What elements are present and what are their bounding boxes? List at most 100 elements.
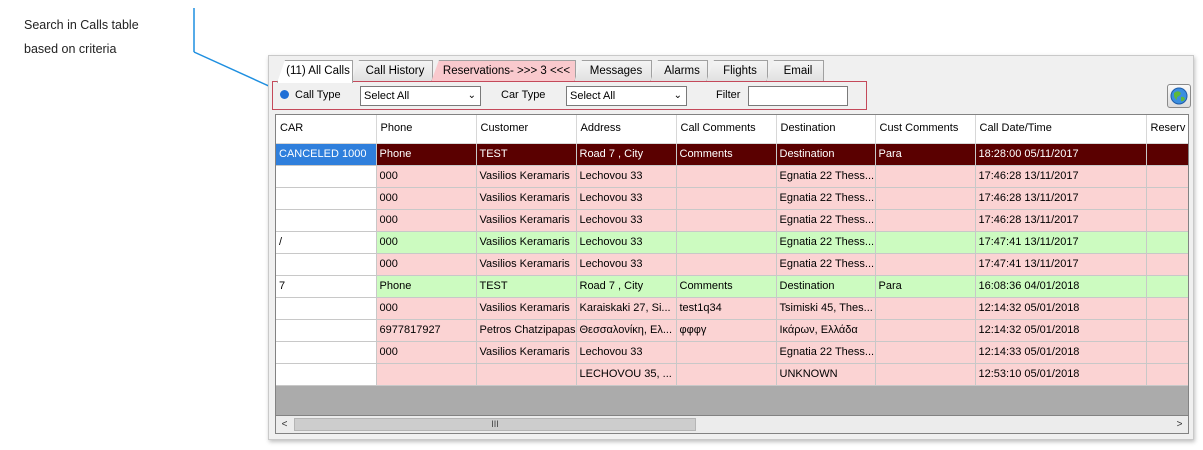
- table-cell[interactable]: test1q34: [676, 297, 777, 320]
- table-cell[interactable]: [376, 363, 477, 386]
- table-cell[interactable]: TEST: [476, 275, 577, 298]
- car-type-select[interactable]: Select All ⌄: [566, 86, 687, 106]
- table-cell[interactable]: Petros Chatzipapas: [476, 319, 577, 342]
- table-cell[interactable]: Phone: [376, 143, 477, 166]
- table-cell[interactable]: 000: [376, 231, 477, 254]
- table-cell[interactable]: 17:47:41 13/11/2017: [975, 231, 1147, 254]
- table-cell[interactable]: Vasilios Keramaris: [476, 341, 577, 364]
- scroll-thumb[interactable]: III: [294, 418, 696, 431]
- table-row[interactable]: 000 Vasilios Keramaris Lechovou 33 Egnatia …: [276, 165, 1188, 188]
- table-cell[interactable]: Karaiskaki 27, Si...: [576, 297, 677, 320]
- table-cell[interactable]: Egnatia 22 Thess...: [776, 341, 876, 364]
- table-cell[interactable]: Destination: [776, 143, 876, 166]
- table-cell[interactable]: 12:14:32 05/01/2018: [975, 319, 1147, 342]
- table-cell[interactable]: [875, 165, 976, 188]
- table-cell[interactable]: [676, 253, 777, 276]
- tab-email[interactable]: Email: [766, 60, 824, 82]
- table-row[interactable]: LECHOVOU 35, ... UNKNOWN 12:53:10 05/01/20…: [276, 363, 1188, 386]
- scroll-right-button[interactable]: >: [1171, 416, 1188, 433]
- table-cell[interactable]: [1146, 209, 1188, 232]
- table-row[interactable]: 000 Vasilios Keramaris Lechovou 33 Egnatia …: [276, 253, 1188, 276]
- table-cell[interactable]: Tsimiski 45, Thes...: [776, 297, 876, 320]
- column-header[interactable]: Cust Comments: [875, 115, 976, 144]
- table-cell[interactable]: 000: [376, 165, 477, 188]
- table-cell[interactable]: Lechovou 33: [576, 231, 677, 254]
- table-cell[interactable]: [1146, 363, 1188, 386]
- column-header[interactable]: Address: [576, 115, 677, 144]
- table-cell[interactable]: 16:08:36 04/01/2018: [975, 275, 1147, 298]
- table-row[interactable]: 7 Phone TEST Road 7 , City Comments Destinati…: [276, 275, 1188, 298]
- table-cell[interactable]: [676, 209, 777, 232]
- column-header[interactable]: Call Date/Time: [975, 115, 1147, 144]
- table-row[interactable]: 6977817927 Petros Chatzipapas Θεσσαλονίκη,…: [276, 319, 1188, 342]
- table-cell[interactable]: [1146, 275, 1188, 298]
- table-cell[interactable]: Vasilios Keramaris: [476, 253, 577, 276]
- column-header[interactable]: Call Comments: [676, 115, 777, 144]
- call-type-select[interactable]: Select All ⌄: [360, 86, 481, 106]
- table-row[interactable]: 000 Vasilios Keramaris Karaiskaki 27, Si..…: [276, 297, 1188, 320]
- table-cell[interactable]: Para: [875, 143, 976, 166]
- globe-button[interactable]: [1167, 84, 1191, 108]
- table-cell[interactable]: [276, 319, 377, 342]
- table-cell[interactable]: Vasilios Keramaris: [476, 297, 577, 320]
- table-cell[interactable]: TEST: [476, 143, 577, 166]
- table-cell[interactable]: [1146, 231, 1188, 254]
- table-cell[interactable]: Vasilios Keramaris: [476, 187, 577, 210]
- table-cell[interactable]: 000: [376, 253, 477, 276]
- table-cell[interactable]: Road 7 , City: [576, 275, 677, 298]
- table-cell[interactable]: [875, 231, 976, 254]
- table-cell[interactable]: [676, 231, 777, 254]
- tab-reservations[interactable]: Reservations- >>> 3 <<<: [431, 60, 576, 82]
- table-cell[interactable]: Phone: [376, 275, 477, 298]
- table-cell[interactable]: [276, 363, 377, 386]
- scroll-left-button[interactable]: <: [276, 416, 293, 433]
- table-cell[interactable]: 12:53:10 05/01/2018: [975, 363, 1147, 386]
- table-cell[interactable]: Lechovou 33: [576, 253, 677, 276]
- table-row[interactable]: CANCELED 1000 Phone TEST Road 7 , City Comme…: [276, 143, 1188, 166]
- table-cell[interactable]: [676, 341, 777, 364]
- tab-alarms[interactable]: Alarms: [650, 60, 708, 82]
- table-cell[interactable]: 17:47:41 13/11/2017: [975, 253, 1147, 276]
- horizontal-scrollbar[interactable]: < III >: [275, 415, 1189, 434]
- table-row[interactable]: /000 Vasilios Keramaris Lechovou 33 Egnatia…: [276, 231, 1188, 254]
- table-cell[interactable]: Egnatia 22 Thess...: [776, 253, 876, 276]
- tab-flights[interactable]: Flights: [706, 60, 768, 82]
- table-cell[interactable]: Egnatia 22 Thess...: [776, 165, 876, 188]
- table-cell[interactable]: [1146, 143, 1188, 166]
- table-cell[interactable]: Comments: [676, 143, 777, 166]
- table-cell[interactable]: CANCELED 1000: [276, 143, 377, 166]
- table-cell[interactable]: [1146, 341, 1188, 364]
- column-header[interactable]: Phone: [376, 115, 477, 144]
- table-row[interactable]: 000 Vasilios Keramaris Lechovou 33 Egnatia …: [276, 209, 1188, 232]
- table-cell[interactable]: [875, 319, 976, 342]
- table-cell[interactable]: Egnatia 22 Thess...: [776, 187, 876, 210]
- table-row[interactable]: 000 Vasilios Keramaris Lechovou 33 Egnatia …: [276, 341, 1188, 364]
- column-header[interactable]: Destination: [776, 115, 876, 144]
- table-cell[interactable]: [276, 209, 377, 232]
- table-cell[interactable]: 12:14:33 05/01/2018: [975, 341, 1147, 364]
- table-cell[interactable]: [276, 187, 377, 210]
- table-cell[interactable]: 000: [376, 297, 477, 320]
- table-cell[interactable]: [676, 363, 777, 386]
- table-cell[interactable]: [875, 253, 976, 276]
- table-cell[interactable]: /: [276, 231, 377, 254]
- table-cell[interactable]: 17:46:28 13/11/2017: [975, 187, 1147, 210]
- table-cell[interactable]: [1146, 297, 1188, 320]
- table-cell[interactable]: Vasilios Keramaris: [476, 165, 577, 188]
- table-cell[interactable]: 12:14:32 05/01/2018: [975, 297, 1147, 320]
- table-cell[interactable]: 17:46:28 13/11/2017: [975, 165, 1147, 188]
- table-cell[interactable]: [276, 341, 377, 364]
- table-cell[interactable]: Destination: [776, 275, 876, 298]
- table-cell[interactable]: [676, 165, 777, 188]
- column-header[interactable]: CAR: [276, 115, 377, 144]
- table-cell[interactable]: [875, 187, 976, 210]
- table-cell[interactable]: [476, 363, 577, 386]
- table-cell[interactable]: φφφγ: [676, 319, 777, 342]
- table-cell[interactable]: 000: [376, 341, 477, 364]
- table-cell[interactable]: 000: [376, 187, 477, 210]
- table-cell[interactable]: 17:46:28 13/11/2017: [975, 209, 1147, 232]
- table-cell[interactable]: Lechovou 33: [576, 165, 677, 188]
- table-cell[interactable]: [875, 297, 976, 320]
- table-cell[interactable]: [276, 165, 377, 188]
- table-cell[interactable]: Ικάρων, Ελλάδα: [776, 319, 876, 342]
